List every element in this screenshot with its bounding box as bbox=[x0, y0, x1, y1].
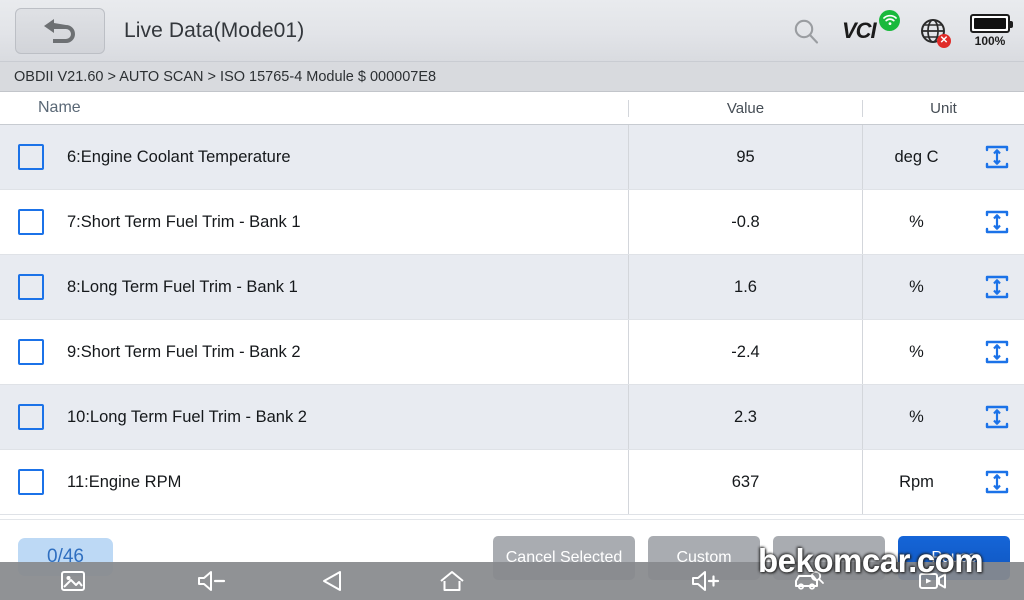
table-body: 6:Engine Coolant Temperature 95 deg C 7:Sho… bbox=[0, 125, 1024, 515]
row-value-cell: 95 bbox=[628, 125, 862, 189]
column-header-unit: Unit bbox=[862, 99, 1024, 117]
triangle-back-icon[interactable] bbox=[320, 569, 346, 593]
row-name-cell: 7:Short Term Fuel Trim - Bank 1 bbox=[0, 190, 628, 254]
row-value-cell: 637 bbox=[628, 450, 862, 514]
header-icon-group: VCI ✕ 100% bbox=[792, 9, 1013, 48]
row-value-cell: 2.3 bbox=[628, 385, 862, 449]
battery-full-icon bbox=[970, 13, 1013, 33]
breadcrumb: OBDII V21.60 > AUTO SCAN > ISO 15765-4 M… bbox=[0, 62, 1024, 92]
expand-vertical-icon[interactable] bbox=[970, 190, 1024, 254]
row-name-cell: 6:Engine Coolant Temperature bbox=[0, 125, 628, 189]
row-checkbox[interactable] bbox=[18, 144, 44, 170]
screenshot-icon[interactable] bbox=[60, 569, 86, 593]
row-name-cell: 8:Long Term Fuel Trim - Bank 1 bbox=[0, 255, 628, 319]
table-row[interactable]: 9:Short Term Fuel Trim - Bank 2 -2.4% bbox=[0, 320, 1024, 385]
row-name-cell: 9:Short Term Fuel Trim - Bank 2 bbox=[0, 320, 628, 384]
row-value-cell: 1.6 bbox=[628, 255, 862, 319]
live-data-screen: Live Data(Mode01) VCI ✕ 100% OBDII V21.6… bbox=[0, 0, 1024, 600]
row-unit-cell: % bbox=[862, 320, 970, 384]
table-row[interactable]: 10:Long Term Fuel Trim - Bank 2 2.3% bbox=[0, 385, 1024, 450]
table-row[interactable]: 6:Engine Coolant Temperature 95 deg C bbox=[0, 125, 1024, 190]
row-unit-cell: deg C bbox=[862, 125, 970, 189]
row-name-label: 8:Long Term Fuel Trim - Bank 1 bbox=[67, 277, 298, 296]
column-header-name: Name bbox=[38, 99, 81, 116]
row-name-label: 9:Short Term Fuel Trim - Bank 2 bbox=[67, 342, 301, 361]
row-checkbox[interactable] bbox=[18, 404, 44, 430]
row-name-label: 6:Engine Coolant Temperature bbox=[67, 147, 291, 166]
row-name-cell: 11:Engine RPM bbox=[0, 450, 628, 514]
vci-status-icon[interactable]: VCI bbox=[842, 9, 900, 48]
expand-vertical-icon[interactable] bbox=[970, 255, 1024, 319]
table-header-row: Name Value Unit bbox=[0, 92, 1024, 125]
row-name-cell: 10:Long Term Fuel Trim - Bank 2 bbox=[0, 385, 628, 449]
row-name-label: 11:Engine RPM bbox=[67, 472, 182, 491]
expand-vertical-icon[interactable] bbox=[970, 125, 1024, 189]
search-icon[interactable] bbox=[792, 17, 820, 45]
expand-vertical-icon[interactable] bbox=[970, 385, 1024, 449]
table-row[interactable]: 11:Engine RPM 637 Rpm bbox=[0, 450, 1024, 515]
live-data-table: Name Value Unit 6:Engine Coolant Tempera… bbox=[0, 92, 1024, 519]
globe-error-badge: ✕ bbox=[937, 33, 951, 48]
row-value-cell: -2.4 bbox=[628, 320, 862, 384]
row-value-cell: -0.8 bbox=[628, 190, 862, 254]
wifi-connected-icon bbox=[879, 9, 900, 31]
globe-disconnected-icon[interactable]: ✕ bbox=[918, 16, 951, 48]
page-title: Live Data(Mode01) bbox=[124, 18, 305, 42]
row-unit-cell: Rpm bbox=[862, 450, 970, 514]
screen-record-icon[interactable] bbox=[918, 569, 948, 593]
app-header: Live Data(Mode01) VCI ✕ 100% bbox=[0, 0, 1024, 62]
home-icon[interactable] bbox=[438, 569, 466, 593]
row-checkbox[interactable] bbox=[18, 469, 44, 495]
table-row[interactable]: 8:Long Term Fuel Trim - Bank 1 1.6% bbox=[0, 255, 1024, 320]
row-name-label: 10:Long Term Fuel Trim - Bank 2 bbox=[67, 407, 307, 426]
volume-down-icon[interactable] bbox=[196, 569, 228, 593]
column-header-value: Value bbox=[628, 99, 862, 117]
row-name-label: 7:Short Term Fuel Trim - Bank 1 bbox=[67, 212, 301, 231]
android-navigation-bar bbox=[0, 562, 1024, 600]
table-row[interactable]: 7:Short Term Fuel Trim - Bank 1 -0.8% bbox=[0, 190, 1024, 255]
expand-vertical-icon[interactable] bbox=[970, 320, 1024, 384]
row-unit-cell: % bbox=[862, 385, 970, 449]
expand-vertical-icon[interactable] bbox=[970, 450, 1024, 514]
row-unit-cell: % bbox=[862, 255, 970, 319]
row-checkbox[interactable] bbox=[18, 339, 44, 365]
back-button[interactable] bbox=[15, 7, 105, 54]
battery-percent-label: 100% bbox=[974, 33, 1006, 48]
car-scan-icon[interactable] bbox=[793, 569, 825, 593]
battery-indicator: 100% bbox=[970, 13, 1013, 48]
volume-up-icon[interactable] bbox=[690, 569, 722, 593]
row-unit-cell: % bbox=[862, 190, 970, 254]
back-arrow-icon bbox=[41, 18, 79, 44]
row-checkbox[interactable] bbox=[18, 209, 44, 235]
row-checkbox[interactable] bbox=[18, 274, 44, 300]
